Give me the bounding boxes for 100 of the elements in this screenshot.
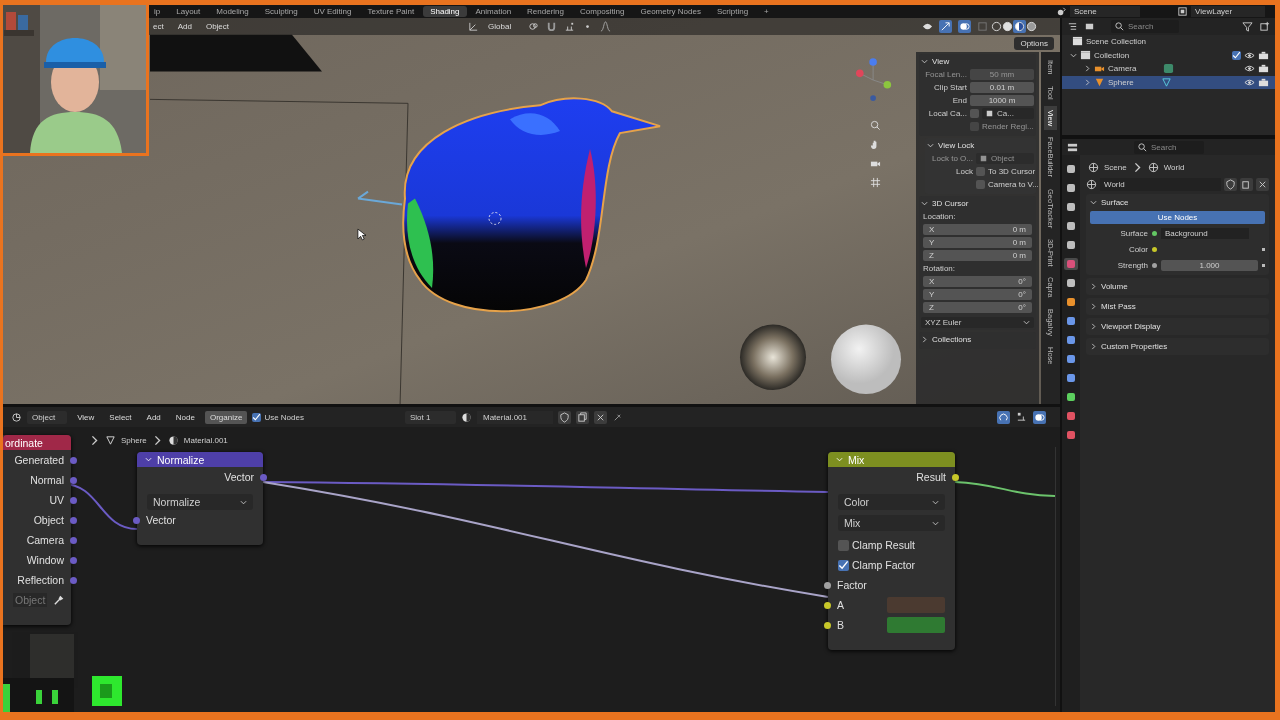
workspace-tab[interactable]: Sculpting <box>257 6 305 17</box>
mesh-data-icon[interactable] <box>1160 76 1172 88</box>
item-label[interactable]: Collection <box>1094 50 1130 60</box>
input-socket[interactable] <box>824 621 831 629</box>
input-socket[interactable] <box>133 516 140 524</box>
workspace-tab[interactable]: Geometry Nodes <box>633 6 708 17</box>
checkbox[interactable] <box>1232 50 1241 60</box>
display-mode-icon[interactable] <box>1084 21 1095 32</box>
dropdown[interactable]: Color <box>838 494 945 510</box>
camera-data-icon[interactable] <box>1163 63 1175 75</box>
list-icon[interactable] <box>1067 21 1078 32</box>
object-picker-field[interactable]: Ca... <box>982 108 1034 119</box>
workspace-tab[interactable]: Shading <box>423 6 467 17</box>
camera-icon[interactable] <box>1258 49 1269 61</box>
properties-tab-icon[interactable] <box>1064 334 1078 346</box>
shield-icon[interactable] <box>1224 178 1237 191</box>
checkbox-option[interactable]: Use Nodes <box>252 412 304 422</box>
workspace-tab[interactable]: Compositing <box>573 6 632 17</box>
panel-header[interactable]: Collections <box>921 333 1034 346</box>
organize-button[interactable]: Organize <box>204 410 248 424</box>
falloff-curve-icon[interactable] <box>600 21 612 32</box>
checkbox-option[interactable]: To 3D Cursor <box>976 167 1036 176</box>
menu-item[interactable]: Node <box>170 411 200 423</box>
dropdown[interactable]: Normalize <box>147 494 253 510</box>
material-field[interactable]: Material.001 <box>476 410 553 424</box>
close-icon[interactable] <box>593 410 607 424</box>
properties-tab-icon[interactable] <box>1064 353 1078 365</box>
number-field[interactable]: X 0 m <box>923 224 1032 235</box>
properties-tab-icon[interactable] <box>1064 277 1078 289</box>
panel-header[interactable]: View Lock <box>927 139 1034 152</box>
menu-item[interactable]: Select <box>104 411 137 423</box>
scene-field[interactable]: Scene <box>1070 6 1140 17</box>
workspace-tab[interactable]: Animation <box>468 6 519 17</box>
slot-dropdown[interactable]: Slot 1 <box>404 410 456 424</box>
number-field[interactable]: 1000 m <box>970 95 1034 106</box>
chevron-icon[interactable] <box>1084 78 1091 86</box>
chevron-icon[interactable] <box>1084 65 1091 73</box>
options-button[interactable]: Options <box>1014 37 1054 50</box>
properties-tab-icon[interactable] <box>1064 410 1078 422</box>
input-socket[interactable] <box>824 601 831 609</box>
dropdown[interactable]: Mix <box>838 515 945 531</box>
checkbox[interactable] <box>838 559 849 571</box>
new-collection-icon[interactable] <box>1259 21 1270 32</box>
breadcrumb-item[interactable]: Material.001 <box>183 436 228 445</box>
item-label[interactable]: Camera <box>1108 64 1137 74</box>
editor-type-icon[interactable] <box>1067 141 1078 153</box>
world-field[interactable]: World <box>1100 178 1221 191</box>
axes-icon[interactable] <box>468 21 480 32</box>
panel-header[interactable]: 3D Cursor <box>921 197 1034 210</box>
checkbox[interactable] <box>970 109 979 118</box>
node-header[interactable]: Mix <box>828 452 955 467</box>
camera-icon[interactable] <box>1258 76 1269 88</box>
chevron-icon[interactable] <box>1070 51 1077 59</box>
overlay-icon[interactable] <box>958 20 971 33</box>
zoom-icon[interactable] <box>869 120 881 131</box>
breadcrumb-item[interactable]: World <box>1163 162 1185 172</box>
number-field[interactable]: Y 0° <box>923 289 1032 300</box>
properties-tab-icon[interactable] <box>1064 163 1078 175</box>
properties-tab-icon[interactable] <box>1064 372 1078 384</box>
properties-tab-icon[interactable] <box>1064 220 1078 232</box>
checkbox-option[interactable]: Camera to V... <box>976 180 1039 189</box>
search-field[interactable]: Search <box>1111 20 1179 33</box>
filter-icon[interactable] <box>1242 21 1253 32</box>
checkbox[interactable] <box>838 539 849 551</box>
use-nodes-button[interactable]: Use Nodes <box>1090 210 1265 224</box>
menu-item[interactable]: ect <box>148 21 169 32</box>
close-icon[interactable] <box>1256 178 1269 191</box>
gizmo-icon[interactable] <box>939 20 952 33</box>
link-icon[interactable] <box>528 21 540 32</box>
color-swatch[interactable] <box>887 617 945 633</box>
item-label[interactable]: Sphere <box>1108 77 1134 87</box>
outliner-row[interactable]: Sphere <box>1062 75 1275 89</box>
properties-tab-icon[interactable] <box>1064 239 1078 251</box>
snap-icon[interactable] <box>1016 410 1027 422</box>
menu-item[interactable]: View <box>72 411 100 423</box>
checkbox[interactable] <box>976 180 985 189</box>
checkbox[interactable] <box>252 412 262 422</box>
workspace-tab[interactable]: Texture Paint <box>360 6 422 17</box>
shading-mode-icon[interactable] <box>1026 21 1037 32</box>
output-socket[interactable] <box>952 473 959 481</box>
panel-header[interactable]: View <box>921 55 1034 68</box>
outliner-row[interactable]: Collection <box>1062 48 1275 62</box>
node-link-field[interactable]: Background <box>1161 227 1249 239</box>
menu-item[interactable]: Add <box>172 21 197 32</box>
menu-item[interactable]: Add <box>141 411 166 423</box>
workspace-tab[interactable]: Layout <box>169 6 208 17</box>
node-header[interactable]: Normalize <box>137 452 263 467</box>
swirl-icon[interactable] <box>997 410 1010 424</box>
grid-icon[interactable] <box>869 177 881 188</box>
node-header[interactable]: ordinate <box>3 435 71 450</box>
properties-tab-icon[interactable] <box>1064 296 1078 308</box>
panel-header[interactable]: Surface <box>1090 196 1265 209</box>
number-field[interactable]: 0.01 m <box>970 82 1034 93</box>
shading-mode-icon[interactable] <box>1002 21 1013 32</box>
number-field[interactable]: Z 0 m <box>923 250 1032 261</box>
checkbox-option[interactable]: Clamp Factor <box>838 559 915 571</box>
checkbox-option[interactable]: Clamp Result <box>838 539 916 551</box>
search-field[interactable]: Search <box>1134 140 1204 154</box>
checkbox[interactable] <box>976 167 985 176</box>
add-workspace-button[interactable]: + <box>757 6 776 17</box>
